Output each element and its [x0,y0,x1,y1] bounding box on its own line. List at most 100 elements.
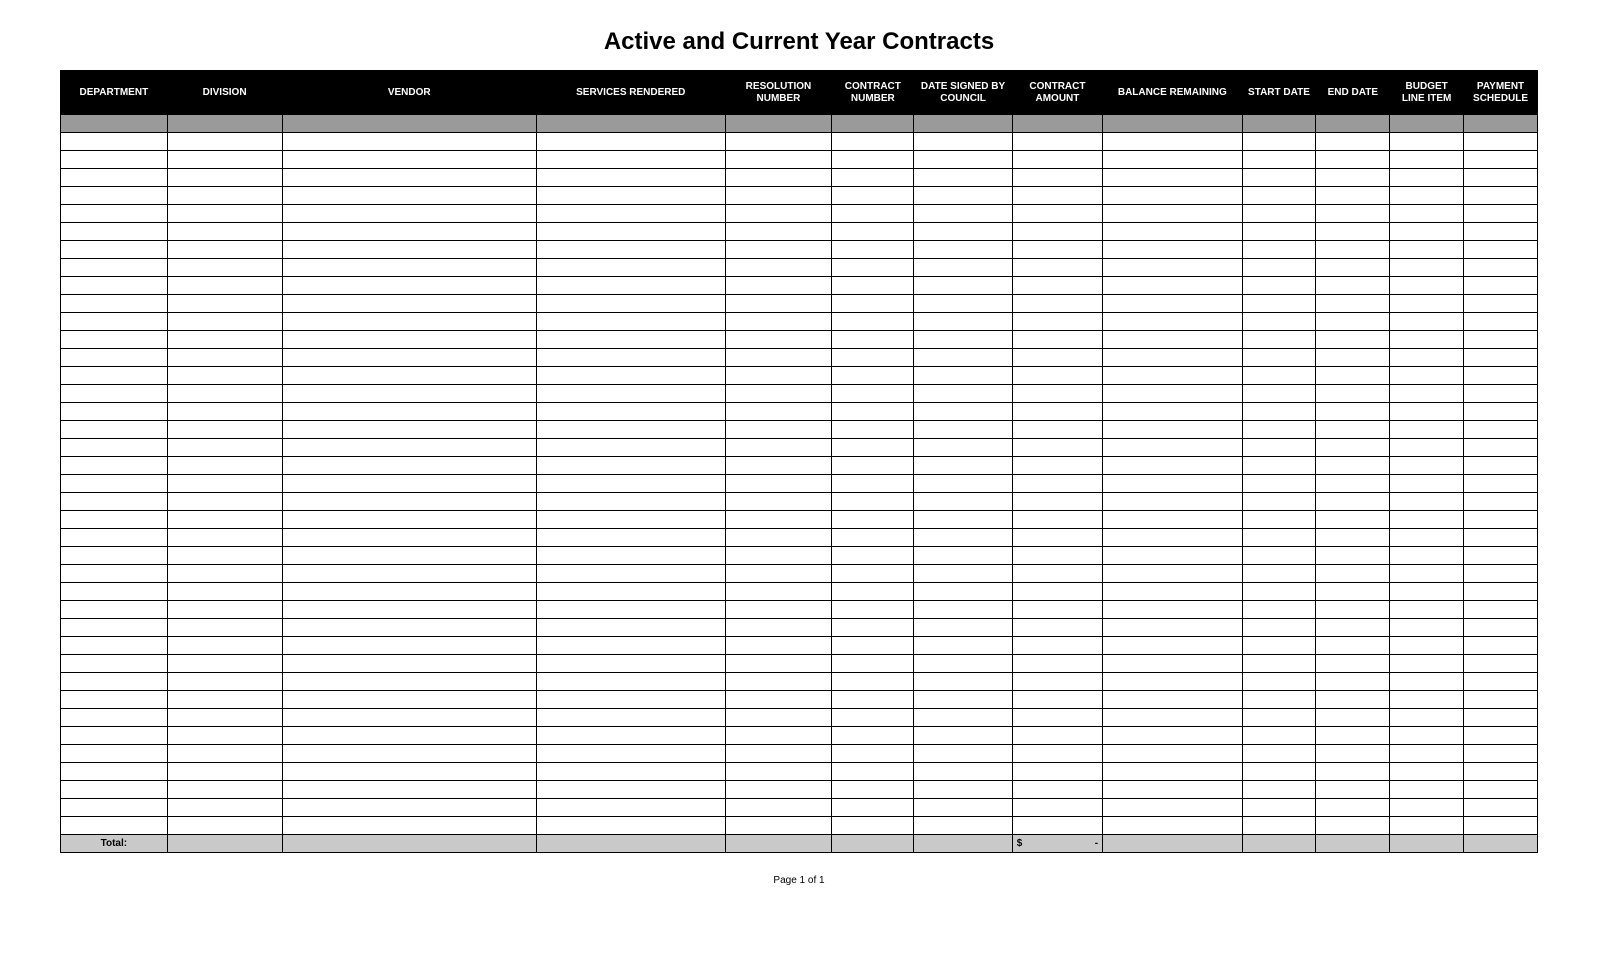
table-cell [282,529,536,547]
table-cell [61,781,168,799]
table-cell [1464,781,1538,799]
table-cell [914,781,1012,799]
table-cell [61,367,168,385]
table-cell [536,439,725,457]
table-cell [61,655,168,673]
table-cell [1464,529,1538,547]
table-cell [282,259,536,277]
table-cell [1316,151,1390,169]
table-cell [725,601,832,619]
table-cell [1316,763,1390,781]
table-cell [725,799,832,817]
table-cell [61,727,168,745]
table-cell [167,295,282,313]
table-cell [536,385,725,403]
table-cell [1316,817,1390,835]
table-cell [725,115,832,133]
table-cell [1390,349,1464,367]
table-cell [1390,709,1464,727]
table-cell [1464,367,1538,385]
table-cell [536,205,725,223]
table-cell [536,151,725,169]
table-cell [61,439,168,457]
table-cell [1464,169,1538,187]
table-cell [1012,241,1102,259]
table-cell [725,367,832,385]
table-cell [282,331,536,349]
table-cell [1012,817,1102,835]
table-cell [914,763,1012,781]
table-cell [1464,403,1538,421]
table-cell [536,133,725,151]
table-cell [1390,295,1464,313]
table-cell [536,655,725,673]
table-cell [1012,439,1102,457]
table-cell [61,295,168,313]
table-cell [1103,637,1242,655]
table-cell [1464,583,1538,601]
table-cell [61,151,168,169]
table-cell [832,511,914,529]
table-cell [914,673,1012,691]
table-cell [1464,187,1538,205]
table-cell [1390,205,1464,223]
table-cell [1390,547,1464,565]
table-cell [725,529,832,547]
table-cell [832,475,914,493]
table-cell [914,367,1012,385]
table-cell [536,295,725,313]
table-cell [832,205,914,223]
table-row [61,367,1538,385]
table-cell [832,529,914,547]
table-cell [725,187,832,205]
table-cell [1012,151,1102,169]
table-cell [1103,277,1242,295]
table-cell [1012,223,1102,241]
table-cell [1316,565,1390,583]
table-cell [914,547,1012,565]
table-cell [282,457,536,475]
table-cell [1464,385,1538,403]
table-cell [282,601,536,619]
table-cell [167,691,282,709]
table-cell [282,673,536,691]
table-cell [536,223,725,241]
table-cell [536,799,725,817]
table-cell [1012,529,1102,547]
table-cell [1012,637,1102,655]
table-cell [61,691,168,709]
table-cell [282,475,536,493]
table-cell [536,673,725,691]
table-cell [832,781,914,799]
table-cell [167,583,282,601]
col-contract-amount: CONTRACT AMOUNT [1012,71,1102,115]
table-cell [61,205,168,223]
table-cell [725,421,832,439]
table-cell [725,781,832,799]
table-cell [167,601,282,619]
table-cell [167,763,282,781]
table-cell [1390,421,1464,439]
table-cell [1390,799,1464,817]
table-cell [61,493,168,511]
table-row [61,781,1538,799]
table-cell [536,259,725,277]
table-cell [1103,673,1242,691]
table-cell [1012,295,1102,313]
total-value: - [1095,838,1098,849]
table-row [61,277,1538,295]
table-cell [1103,493,1242,511]
table-cell [832,799,914,817]
table-cell [1242,331,1316,349]
table-cell [1012,655,1102,673]
table-cell [1316,331,1390,349]
table-cell [1464,493,1538,511]
table-cell [167,169,282,187]
table-cell [1316,493,1390,511]
table-cell [832,295,914,313]
table-cell [282,367,536,385]
total-cell [832,835,914,853]
table-cell [1012,781,1102,799]
table-cell [282,727,536,745]
table-cell [167,439,282,457]
